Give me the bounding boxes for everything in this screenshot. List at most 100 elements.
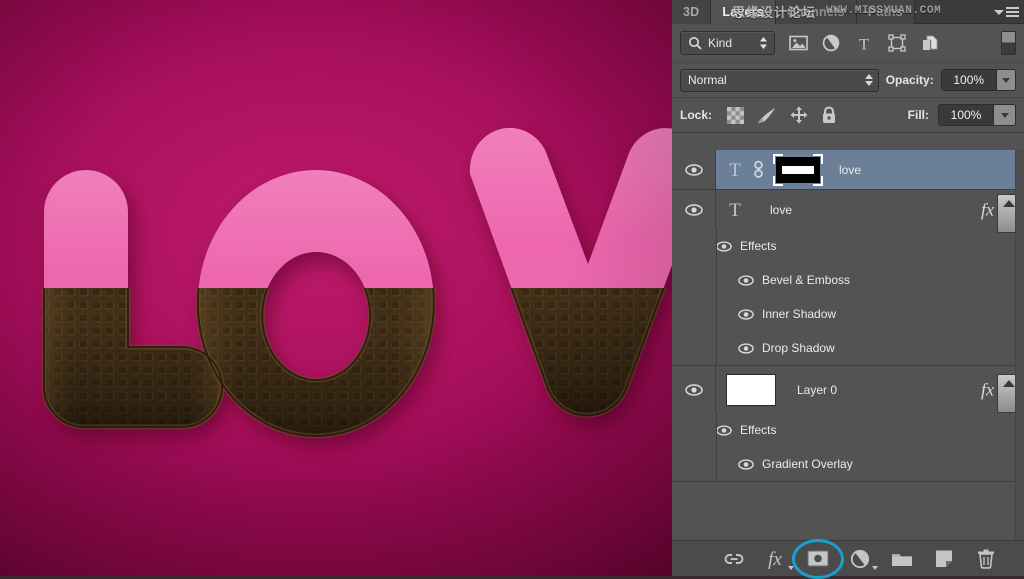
layer-style-button[interactable]: fx (764, 547, 788, 571)
lock-row: Lock: (672, 98, 1024, 133)
folder-icon (891, 550, 913, 567)
effects-visibility-toggle[interactable] (716, 241, 732, 252)
adjustment-filter-icon[interactable] (820, 32, 842, 54)
adjustment-dropdown-arrow-icon (872, 566, 878, 570)
effect-visibility-toggle[interactable] (738, 275, 754, 286)
magnifier-icon (688, 36, 702, 50)
link-layers-button[interactable] (722, 547, 746, 571)
eye-icon (738, 459, 754, 470)
layer-thumbnail[interactable] (726, 374, 776, 406)
type-filter-icon[interactable]: T (853, 32, 875, 54)
fill-dropdown-icon[interactable] (993, 105, 1015, 125)
type-layer-icon: T (726, 160, 744, 180)
layer-row-content[interactable]: Layer 0 (716, 366, 1024, 413)
eye-icon (716, 241, 732, 252)
lock-label: Lock: (680, 108, 712, 122)
layer-visibility-toggle[interactable] (672, 150, 716, 189)
svg-text:fx: fx (768, 549, 782, 570)
eye-icon (738, 275, 754, 286)
fill-field[interactable]: 100% (938, 104, 1016, 126)
eye-icon (685, 204, 703, 216)
eye-icon (738, 309, 754, 320)
filter-kind-spinner-icon[interactable] (759, 36, 768, 50)
opacity-label: Opacity: (886, 73, 934, 87)
layer-fx-badge[interactable]: fx (981, 379, 994, 400)
effect-row-bevel-emboss[interactable]: Bevel & Emboss (672, 263, 1024, 297)
fill-value[interactable]: 100% (939, 105, 993, 125)
layer-row-layer-0[interactable]: Layer 0 fx (672, 366, 1024, 413)
blend-mode-spinner-icon (865, 74, 873, 86)
effect-visibility-toggle[interactable] (738, 343, 754, 354)
chevron-down-icon (994, 10, 1004, 15)
effect-label: Inner Shadow (762, 307, 836, 321)
effects-group-row[interactable]: Effects (672, 413, 1024, 447)
layer-list[interactable]: T love (672, 150, 1024, 540)
effect-row-drop-shadow[interactable]: Drop Shadow (672, 331, 1024, 365)
new-layer-icon (934, 549, 954, 568)
effects-group-label: Effects (740, 239, 776, 253)
effect-label: Drop Shadow (762, 341, 835, 355)
effects-visibility-toggle[interactable] (716, 425, 732, 436)
tab-paths[interactable]: Paths (857, 0, 915, 24)
layer-filter-row: Kind (672, 24, 1024, 63)
row-divider (672, 481, 1024, 482)
layer-mask-thumbnail[interactable] (773, 154, 823, 186)
smart-object-filter-icon[interactable] (919, 32, 941, 54)
lock-transparency-icon[interactable] (727, 107, 744, 124)
layer-row-content[interactable]: T love (716, 150, 1024, 189)
link-mask-icon[interactable] (752, 160, 765, 179)
opacity-value[interactable]: 100% (942, 70, 996, 90)
panel-menu-icon[interactable] (994, 4, 1020, 20)
hamburger-icon (1006, 7, 1019, 17)
layer-name[interactable]: Layer 0 (797, 383, 837, 397)
effect-visibility-toggle[interactable] (738, 309, 754, 320)
add-layer-mask-button[interactable] (806, 547, 830, 571)
layer-visibility-toggle[interactable] (672, 190, 716, 229)
filter-type-icons: T (787, 32, 941, 54)
layer-visibility-toggle[interactable] (672, 366, 716, 413)
blend-mode-select[interactable]: Normal (680, 69, 879, 92)
layer-name[interactable]: love (839, 163, 861, 177)
tab-channels[interactable]: Channels (776, 0, 857, 24)
filter-kind-select[interactable]: Kind (680, 31, 775, 55)
fx-icon: fx (764, 548, 788, 570)
layer-name[interactable]: love (770, 203, 792, 217)
layer-list-scrollbar[interactable] (1015, 150, 1024, 540)
opacity-dropdown-icon[interactable] (996, 70, 1015, 90)
new-group-button[interactable] (890, 547, 914, 571)
layer-row-content[interactable]: T love (716, 190, 1024, 229)
filter-toggle-icon[interactable] (1001, 31, 1016, 55)
effect-row-gradient-overlay[interactable]: Gradient Overlay (672, 447, 1024, 481)
layer-row-love-mask[interactable]: T love (672, 150, 1024, 189)
shape-filter-icon[interactable] (886, 32, 908, 54)
tab-layers[interactable]: Layers (711, 0, 776, 24)
layers-panel: 3D Layers Channels Paths 思缘设计论坛 WWW.MISS… (672, 0, 1024, 576)
layer-row-love-text[interactable]: T love fx (672, 190, 1024, 229)
new-adjustment-layer-button[interactable] (848, 547, 872, 571)
panel-tab-bar: 3D Layers Channels Paths 思缘设计论坛 WWW.MISS… (672, 0, 1024, 24)
delete-layer-button[interactable] (974, 547, 998, 571)
lock-pixels-icon[interactable] (757, 107, 777, 124)
blend-mode-value: Normal (688, 73, 727, 87)
lock-position-icon[interactable] (790, 106, 808, 124)
effect-row-inner-shadow[interactable]: Inner Shadow (672, 297, 1024, 331)
add-mask-icon (807, 550, 829, 567)
filter-kind-label: Kind (708, 36, 753, 50)
photoshop-window: 3D Layers Channels Paths 思缘设计论坛 WWW.MISS… (0, 0, 1024, 576)
image-filter-icon[interactable] (787, 32, 809, 54)
svg-text:T: T (729, 160, 741, 180)
effect-label: Bevel & Emboss (762, 273, 850, 287)
svg-text:T: T (859, 36, 869, 52)
document-canvas[interactable] (0, 0, 672, 576)
layer-fx-badge[interactable]: fx (981, 199, 994, 220)
tab-3d[interactable]: 3D (672, 0, 711, 24)
lock-all-icon[interactable] (821, 106, 837, 124)
effect-visibility-toggle[interactable] (738, 459, 754, 470)
opacity-field[interactable]: 100% (941, 69, 1016, 91)
svg-text:T: T (729, 200, 741, 220)
trash-icon (976, 548, 996, 569)
eye-icon (685, 384, 703, 396)
eye-icon (738, 343, 754, 354)
new-layer-button[interactable] (932, 547, 956, 571)
effects-group-row[interactable]: Effects (672, 229, 1024, 263)
